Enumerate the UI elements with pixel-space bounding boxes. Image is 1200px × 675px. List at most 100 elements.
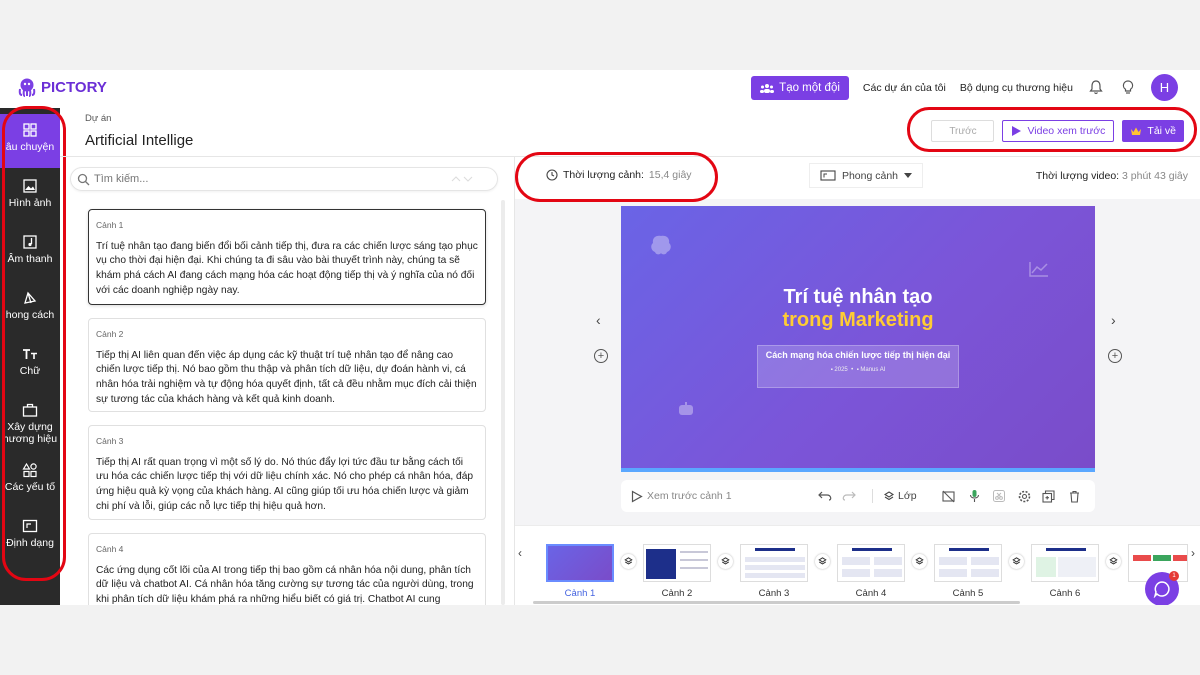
scene-card-text[interactable]: Tiếp thị AI liên quan đến việc áp dụng c… [96,349,478,408]
preview-title-highlight: trong Marketing [782,309,934,331]
thumbnail-line [680,567,708,569]
layer-toggle-icon[interactable] [1009,554,1024,569]
play-outline-icon [631,489,643,503]
brand-kit-link[interactable]: Bộ dụng cụ thương hiệu [960,82,1073,94]
layer-toggle-icon[interactable] [912,554,927,569]
thumbnail-block [874,569,902,577]
layer-button[interactable]: Lớp [884,490,917,502]
add-scene-after-icon[interactable]: + [1108,349,1122,363]
thumbnail-block [1173,555,1187,561]
thumbnail-heading [755,548,795,551]
add-scene-before-icon[interactable]: + [594,349,608,363]
scene-card-text[interactable]: Các ứng dụng cốt lõi của AI trong tiếp t… [96,564,478,605]
preview-scene-label: Xem trước cảnh 1 [647,490,732,502]
previous-scene-chevron-icon[interactable]: ‹ [596,312,601,328]
layer-toggle-icon[interactable] [621,554,636,569]
settings-gear-icon[interactable] [1018,490,1031,503]
trash-icon[interactable] [1069,490,1080,503]
my-projects-link[interactable]: Các dự án của tôi [863,82,946,94]
thumbnail-line [745,573,805,578]
thumbnail-heading [1046,548,1086,551]
scene-thumbnail-2[interactable] [643,544,711,582]
preview-meta: ▪ 2025 • ▪ Manus AI [830,367,886,373]
scene-preview[interactable]: Trí tuệ nhân tạo trong Marketing Cách mạ… [621,206,1095,472]
scene-search[interactable] [70,167,498,191]
thumbnail-block [939,569,967,577]
toolbar-divider [872,489,873,503]
scene-card-1[interactable]: Cảnh 1 Trí tuệ nhân tạo đang biến đổi bố… [88,209,486,305]
scene-thumbnail-label: Cảnh 2 [661,588,693,599]
project-label: Dự án [85,113,112,124]
thumbnail-heading [949,548,989,551]
search-input[interactable] [94,173,394,185]
layer-label: Lớp [898,490,917,502]
chevron-up-down-icon[interactable] [451,175,473,183]
layer-toggle-icon[interactable] [815,554,830,569]
filmstrip-right-chevron-icon[interactable]: › [1191,546,1195,560]
search-icon [77,173,90,185]
scene-card-4[interactable]: Cảnh 4 Các ứng dụng cốt lõi của AI trong… [88,533,486,605]
thumbnail-image [646,549,676,579]
filmstrip-left-chevron-icon[interactable]: ‹ [518,546,522,560]
scene-thumbnail-6[interactable] [1031,544,1099,582]
scene-thumbnail-label: Cảnh 5 [952,588,984,599]
lightbulb-icon[interactable] [1119,79,1137,97]
scene-thumbnail-1[interactable] [546,544,614,582]
chat-notification-badge: 1 [1169,571,1179,581]
scene-card-text[interactable]: Trí tuệ nhân tạo đang biến đổi bối cảnh … [96,240,478,299]
scene-card-label: Cảnh 3 [96,436,124,446]
scene-card-text[interactable]: Tiếp thị AI rất quan trọng vì một số lý … [96,456,478,515]
bell-icon[interactable] [1087,79,1105,97]
scene-card-label: Cảnh 2 [96,329,124,339]
team-icon [760,83,775,93]
video-duration: Thời lượng video: 3 phút 43 giây [1036,170,1188,182]
voice-icon[interactable] [968,489,981,503]
create-team-button[interactable]: Tạo một đội [751,75,849,100]
story-scrollbar[interactable] [501,200,505,605]
calendar-icon: ▪ [830,367,833,373]
top-navigation: PICTORY Tạo một đội Các dự án của tôi Bộ… [0,70,1200,108]
sidebar-highlight-annotation [2,106,66,581]
project-title[interactable]: Artificial Intellige [85,132,193,149]
scene-thumbnail-4[interactable] [837,544,905,582]
scene-card-2[interactable]: Cảnh 2 Tiếp thị AI liên quan đến việc áp… [88,318,486,412]
next-scene-chevron-icon[interactable]: › [1111,312,1116,328]
actions-highlight-annotation [907,107,1197,152]
layer-toggle-icon[interactable] [1106,554,1121,569]
scene-card-label: Cảnh 1 [96,220,124,230]
scene-thumbnail-label: Cảnh 3 [758,588,790,599]
user-avatar[interactable]: H [1151,74,1178,101]
scissors-icon[interactable] [993,490,1005,502]
scene-thumbnail-3[interactable] [740,544,808,582]
brand-name: PICTORY [41,78,107,96]
person-icon: ▪ [856,367,859,373]
preview-subtitle: Cách mạng hóa chiến lược tiếp thị hiện đ… [765,350,951,360]
scene-card-3[interactable]: Cảnh 3 Tiếp thị AI rất quan trọng vì một… [88,425,486,520]
scene-thumbnail-label: Cảnh 4 [855,588,887,599]
duplicate-icon[interactable] [1042,489,1055,503]
nav-right: Tạo một đội Các dự án của tôi Bộ dụng cụ… [751,74,1178,101]
thumbnail-block [874,557,902,565]
redo-icon[interactable] [841,491,856,501]
pictory-logo[interactable]: PICTORY [17,77,107,97]
layer-toggle-icon[interactable] [718,554,733,569]
scene-thumbnail-5[interactable] [934,544,1002,582]
chart-line-icon [1029,262,1048,277]
thumbnail-line [680,551,708,553]
preview-progress-bar [621,468,1095,472]
video-duration-label: Thời lượng video: [1035,170,1120,182]
thumbnail-block [842,557,870,565]
brain-icon [651,235,671,255]
preview-author: Manus AI [860,367,886,373]
thumbnail-block [1058,557,1096,577]
preview-year: 2025 [834,367,848,373]
undo-icon[interactable] [818,491,833,501]
create-team-label: Tạo một đội [779,81,840,94]
orientation-select[interactable]: Phong cảnh [809,163,923,188]
preview-scene-button[interactable]: Xem trước cảnh 1 [631,489,732,503]
filmstrip-scrollbar[interactable] [533,601,1020,604]
scene-toolbar: Xem trước cảnh 1 Lớp [621,480,1095,512]
thumbnail-block [1153,555,1171,561]
hide-visual-icon[interactable] [942,490,955,503]
thumbnail-line [745,565,805,570]
